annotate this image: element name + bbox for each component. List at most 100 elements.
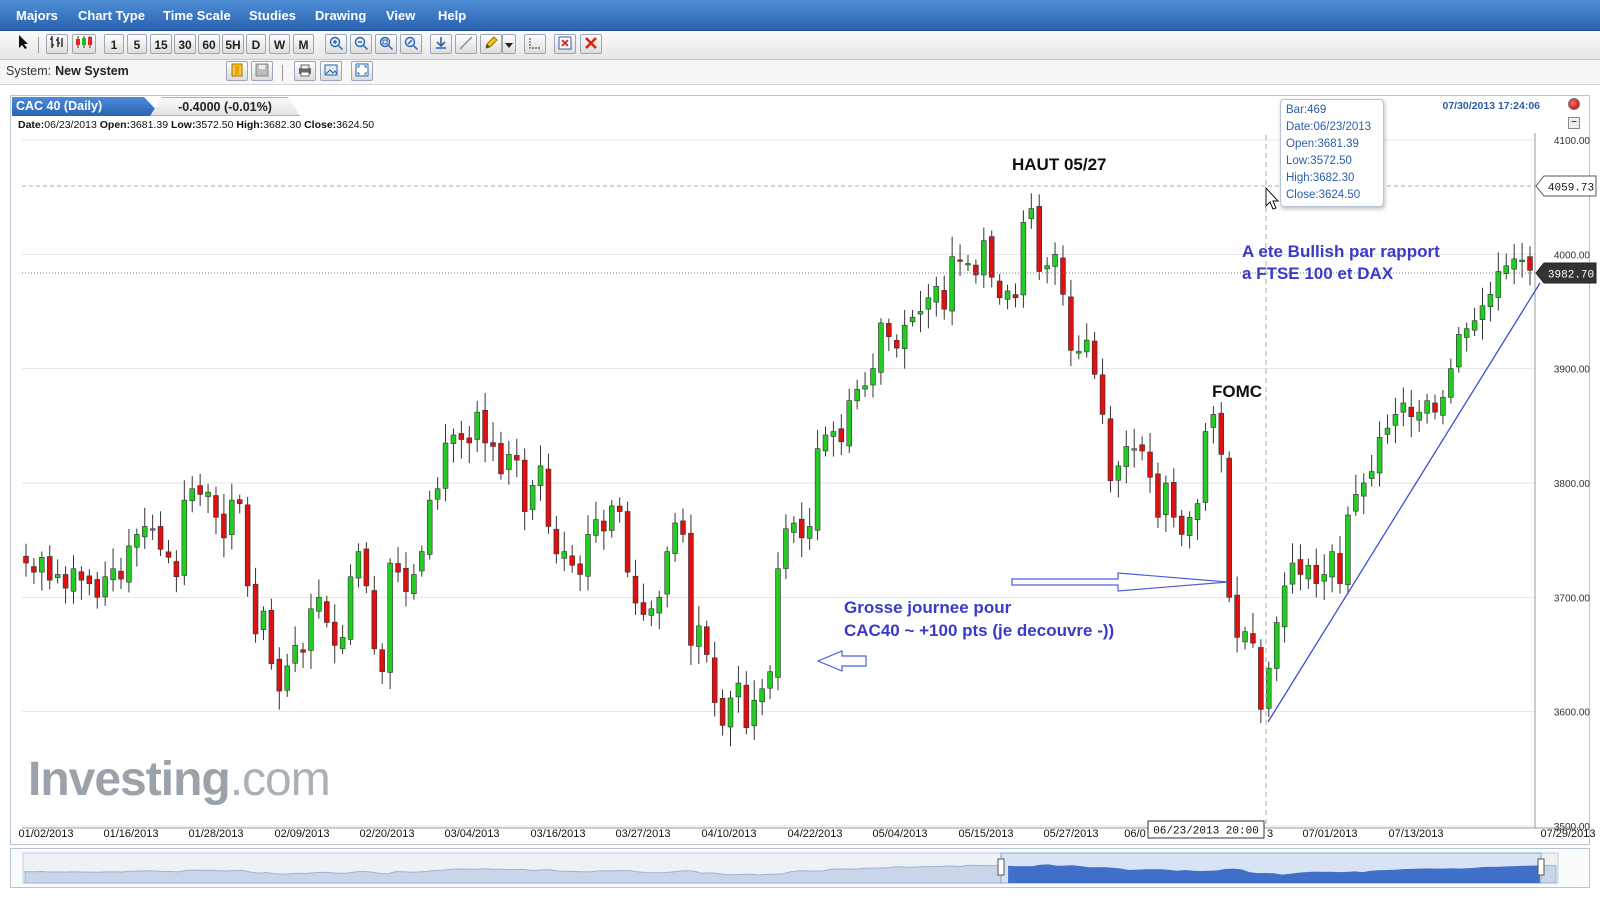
candle-body[interactable] [1131, 448, 1137, 451]
candle-body[interactable] [229, 499, 235, 535]
candle-body[interactable] [482, 409, 488, 444]
candle-body[interactable] [1400, 402, 1407, 413]
candle-body[interactable] [664, 551, 670, 595]
candle-body[interactable] [846, 400, 852, 447]
candle-body[interactable] [1083, 339, 1090, 353]
candle-body[interactable] [1368, 471, 1375, 479]
candle-body[interactable] [545, 468, 552, 527]
candle-body[interactable] [1226, 457, 1232, 598]
candle-body[interactable] [134, 534, 140, 548]
candle-body[interactable] [1115, 465, 1122, 481]
candle-body[interactable] [909, 316, 916, 323]
navigator-overview[interactable] [11, 849, 1589, 887]
candle-body[interactable] [601, 520, 607, 532]
candle-body[interactable] [347, 576, 354, 640]
candle-body[interactable] [806, 526, 813, 539]
candle-body[interactable] [1305, 565, 1312, 580]
candle-body[interactable] [379, 649, 385, 672]
candle-body[interactable] [656, 597, 663, 614]
navigator[interactable] [10, 848, 1590, 888]
candle-body[interactable] [1313, 564, 1320, 584]
candle-body[interactable] [585, 534, 591, 577]
candle-body[interactable] [553, 528, 560, 555]
candle-body[interactable] [941, 290, 947, 310]
candle-body[interactable] [798, 518, 805, 539]
candle-body[interactable] [1392, 414, 1399, 426]
candle-body[interactable] [1123, 446, 1130, 467]
record-icon[interactable] [1568, 98, 1580, 110]
candle-body[interactable] [1028, 208, 1035, 220]
candle-body[interactable] [1289, 562, 1296, 585]
candle-body[interactable] [86, 575, 93, 584]
candle-body[interactable] [1186, 516, 1193, 536]
candle-body[interactable] [308, 608, 314, 651]
candle-body[interactable] [450, 434, 457, 445]
candle-body[interactable] [1424, 400, 1430, 414]
candle-body[interactable] [854, 388, 860, 402]
candle-body[interactable] [569, 555, 575, 566]
candle-body[interactable] [260, 610, 267, 631]
candle-body[interactable] [830, 431, 837, 437]
candle-body[interactable] [1012, 294, 1019, 299]
candle-body[interactable] [39, 557, 45, 573]
candle-body[interactable] [1242, 631, 1248, 643]
candle-body[interactable] [514, 455, 520, 461]
candle-body[interactable] [775, 568, 781, 678]
candle-body[interactable] [593, 519, 599, 536]
candle-body[interactable] [1266, 667, 1272, 709]
candle-body[interactable] [1448, 368, 1454, 398]
annotation-haut[interactable]: HAUT 05/27 [1012, 155, 1106, 174]
candle-body[interactable] [704, 626, 710, 655]
candle-body[interactable] [292, 645, 298, 664]
trend-line[interactable] [1267, 282, 1541, 723]
candle-body[interactable] [981, 240, 987, 276]
candle-body[interactable] [149, 528, 156, 531]
candle-body[interactable] [1281, 585, 1288, 628]
candle-body[interactable] [822, 434, 829, 452]
candle-body[interactable] [1171, 482, 1177, 518]
candle-body[interactable] [537, 465, 544, 486]
candle-body[interactable] [814, 448, 821, 531]
candle-body[interactable] [1408, 406, 1415, 417]
candle-body[interactable] [640, 602, 647, 615]
candle-body[interactable] [1361, 482, 1367, 497]
candle-body[interactable] [173, 561, 180, 578]
candle-body[interactable] [1440, 396, 1446, 416]
candle-body[interactable] [751, 699, 758, 727]
candle-body[interactable] [1273, 622, 1280, 669]
candle-body[interactable] [442, 442, 449, 489]
candle-body[interactable] [893, 340, 900, 349]
candle-body[interactable] [988, 236, 995, 278]
candle-body[interactable] [300, 649, 306, 653]
candle-body[interactable] [387, 562, 393, 673]
navigator-left-handle[interactable] [997, 858, 1005, 876]
candle-body[interactable] [791, 522, 797, 533]
candle-body[interactable] [94, 579, 100, 598]
candle-body[interactable] [466, 437, 473, 444]
candle-body[interactable] [490, 442, 496, 447]
candle-body[interactable] [1495, 271, 1502, 298]
candle-body[interactable] [1004, 290, 1011, 300]
candle-body[interactable] [925, 297, 932, 310]
candle-body[interactable] [221, 513, 227, 539]
candle-body[interactable] [316, 597, 322, 612]
candle-body[interactable] [996, 280, 1003, 299]
candle-body[interactable] [767, 671, 773, 689]
candle-body[interactable] [458, 433, 465, 440]
candle-body[interactable] [363, 548, 370, 587]
candle-body[interactable] [1234, 594, 1240, 638]
candle-body[interactable] [339, 637, 346, 649]
candle-body[interactable] [521, 459, 528, 512]
navigator-right-handle[interactable] [1537, 858, 1545, 876]
candle-body[interactable] [672, 522, 678, 554]
candle-body[interactable] [506, 454, 512, 470]
candle-body[interactable] [648, 608, 655, 616]
collapse-icon[interactable]: − [1568, 117, 1580, 129]
candle-body[interactable] [236, 499, 243, 504]
candle-body[interactable] [783, 528, 789, 569]
candle-body[interactable] [1345, 514, 1351, 585]
right-arrow-annotation[interactable] [1011, 572, 1229, 592]
candle-body[interactable] [1068, 296, 1074, 351]
candle-body[interactable] [1337, 553, 1343, 584]
candle-body[interactable] [696, 625, 702, 647]
